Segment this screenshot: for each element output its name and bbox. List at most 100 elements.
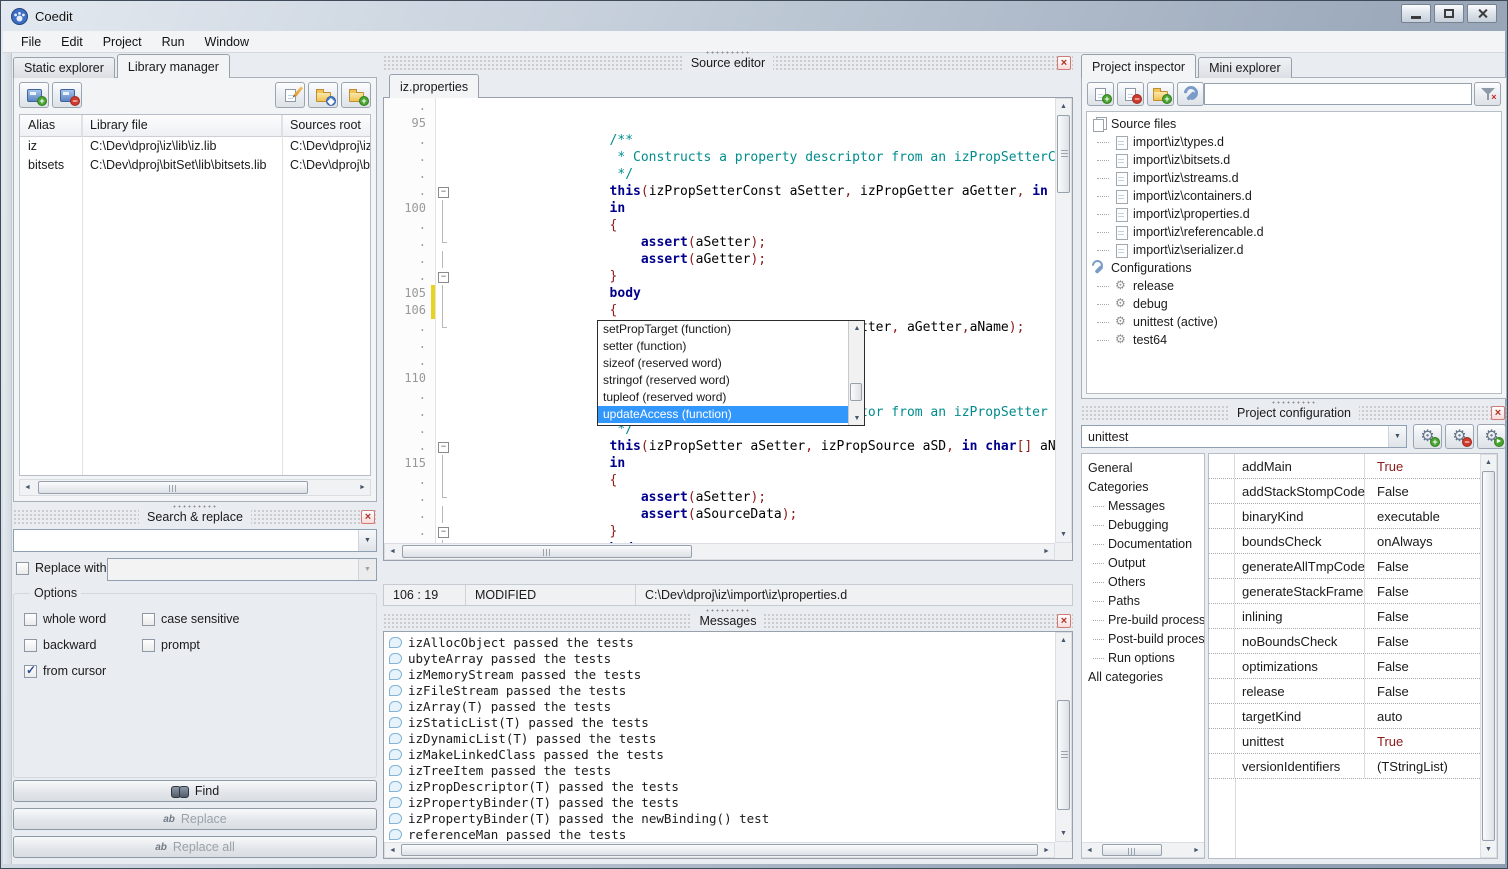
categories-hscrollbar[interactable] (1082, 842, 1204, 858)
column-header[interactable]: Alias (20, 115, 82, 136)
replace-all-button[interactable]: ab Replace all (13, 836, 377, 858)
completion-item[interactable]: setter (function) (598, 338, 848, 355)
add-library-button[interactable]: + (19, 82, 49, 108)
fold-marker-icon[interactable] (436, 387, 449, 404)
code-line[interactable]: . in (384, 166, 1055, 183)
library-hscrollbar[interactable] (19, 479, 371, 496)
table-row[interactable]: iz C:\Dev\dproj\iz\lib\iz.lib C:\Dev\dpr… (20, 137, 370, 156)
scroll-up-icon[interactable] (1056, 633, 1071, 648)
property-value[interactable]: True (1365, 729, 1480, 753)
close-button[interactable] (1467, 4, 1497, 23)
inspector-filter-input[interactable] (1204, 83, 1472, 105)
message-row[interactable]: referenceMan passed the tests (385, 826, 1054, 841)
property-value[interactable]: False (1365, 654, 1480, 678)
restore-button[interactable] (1434, 4, 1464, 23)
fold-marker-icon[interactable] (436, 183, 449, 200)
close-panel-button[interactable]: × (1491, 406, 1505, 420)
category-item[interactable]: Others (1082, 572, 1204, 591)
message-row[interactable]: izMemoryStream passed the tests (385, 666, 1054, 682)
property-value[interactable]: onAlways (1365, 529, 1480, 553)
message-row[interactable]: ubyteArray passed the tests (385, 650, 1054, 666)
property-row[interactable]: unittest True (1209, 729, 1480, 754)
remove-configuration-button[interactable]: − (1445, 424, 1474, 449)
scroll-right-icon[interactable] (1039, 843, 1054, 858)
property-row[interactable]: addStackStompCode False (1209, 479, 1480, 504)
fold-marker-icon[interactable] (436, 132, 449, 149)
splitter-handle[interactable] (1271, 401, 1317, 404)
scroll-down-icon[interactable] (1056, 826, 1071, 841)
category-item[interactable]: All categories (1082, 667, 1204, 686)
property-value[interactable]: False (1365, 579, 1480, 603)
message-row[interactable]: izMakeLinkedClass passed the tests (385, 746, 1054, 762)
property-row[interactable]: targetKind auto (1209, 704, 1480, 729)
property-value[interactable]: executable (1365, 504, 1480, 528)
scroll-thumb[interactable] (1102, 844, 1162, 856)
category-item[interactable]: Documentation (1082, 534, 1204, 553)
code-line[interactable]: 100 assert(aSetter); (384, 200, 1055, 217)
category-item[interactable]: Output (1082, 553, 1204, 572)
tree-item[interactable]: import\iz\referencable.d (1087, 223, 1501, 241)
code-line[interactable]: . this(izPropSetterConst aSetter, izProp… (384, 149, 1055, 166)
scroll-thumb[interactable] (1057, 700, 1070, 810)
code-line[interactable]: . assert(aGetter); (384, 217, 1055, 234)
replace-with-checkbox[interactable]: Replace with (16, 561, 107, 575)
fold-marker-icon[interactable] (436, 438, 449, 455)
menu-item[interactable]: Project (93, 33, 152, 51)
scroll-left-icon[interactable] (385, 544, 400, 559)
completion-scrollbar[interactable] (848, 321, 864, 425)
property-value[interactable]: False (1365, 679, 1480, 703)
fold-marker-icon[interactable] (436, 268, 449, 285)
fold-marker-icon[interactable] (436, 115, 449, 132)
column-header[interactable]: Library file (82, 115, 282, 136)
tree-item[interactable]: import\iz\containers.d (1087, 187, 1501, 205)
close-panel-button[interactable]: × (1057, 614, 1071, 628)
category-item[interactable]: Messages (1082, 496, 1204, 515)
message-row[interactable]: izFileStream passed the tests (385, 682, 1054, 698)
code-line[interactable]: . assert(aSourceData); (384, 472, 1055, 489)
tree-item[interactable]: import\iz\properties.d (1087, 205, 1501, 223)
property-value[interactable]: False (1365, 479, 1480, 503)
tree-item[interactable]: import\iz\streams.d (1087, 169, 1501, 187)
scroll-up-icon[interactable] (1481, 455, 1496, 470)
fold-marker-icon[interactable] (436, 302, 449, 319)
scroll-thumb[interactable] (1482, 471, 1495, 841)
find-button[interactable]: Find (13, 780, 377, 802)
option-checkbox[interactable]: backward (24, 638, 142, 652)
add-configuration-button[interactable]: + (1413, 424, 1442, 449)
fold-marker-icon[interactable] (436, 370, 449, 387)
fold-marker-icon[interactable] (436, 234, 449, 251)
code-line[interactable]: . { (384, 268, 1055, 285)
property-value[interactable]: True (1365, 454, 1480, 478)
property-row[interactable]: versionIdentifiers (TStringList) (1209, 754, 1480, 779)
property-row[interactable]: binaryKind executable (1209, 504, 1480, 529)
code-line[interactable]: 115 assert(aSetter); (384, 455, 1055, 472)
fold-marker-icon[interactable] (436, 506, 449, 523)
add-folder-button[interactable]: + (1147, 82, 1174, 106)
message-row[interactable]: izPropertyBinder(T) passed the tests (385, 794, 1054, 810)
scroll-thumb[interactable] (402, 545, 692, 558)
fold-marker-icon[interactable] (436, 336, 449, 353)
property-row[interactable]: noBoundsCheck False (1209, 629, 1480, 654)
remove-library-button[interactable]: − (52, 82, 82, 108)
category-item[interactable]: Post-build process (1082, 629, 1204, 648)
completion-item[interactable]: tupleof (reserved word) (598, 389, 848, 406)
tree-item[interactable]: debug (1087, 295, 1501, 313)
right-tab[interactable]: Project inspector (1081, 54, 1196, 78)
clear-filter-button[interactable]: × (1474, 82, 1501, 106)
scroll-right-icon[interactable] (1039, 544, 1054, 559)
completion-item[interactable]: updateAccess (function) (598, 406, 848, 423)
code-line[interactable]: . /** (384, 98, 1055, 115)
fold-marker-icon[interactable] (436, 251, 449, 268)
property-value[interactable]: False (1365, 629, 1480, 653)
property-value[interactable]: (TStringList) (1365, 754, 1480, 778)
scroll-left-icon[interactable] (1082, 843, 1097, 858)
left-tab[interactable]: Library manager (117, 54, 230, 78)
code-editor[interactable]: . /** 95 * Constructs a property descrip… (383, 97, 1073, 561)
tree-item[interactable]: Configurations (1087, 259, 1501, 277)
property-row[interactable]: boundsCheck onAlways (1209, 529, 1480, 554)
scroll-right-icon[interactable] (355, 480, 370, 495)
message-row[interactable]: izDynamicList(T) passed the tests (385, 730, 1054, 746)
project-options-button[interactable] (1177, 82, 1204, 106)
property-value[interactable]: False (1365, 604, 1480, 628)
option-checkbox[interactable]: prompt (142, 638, 366, 652)
